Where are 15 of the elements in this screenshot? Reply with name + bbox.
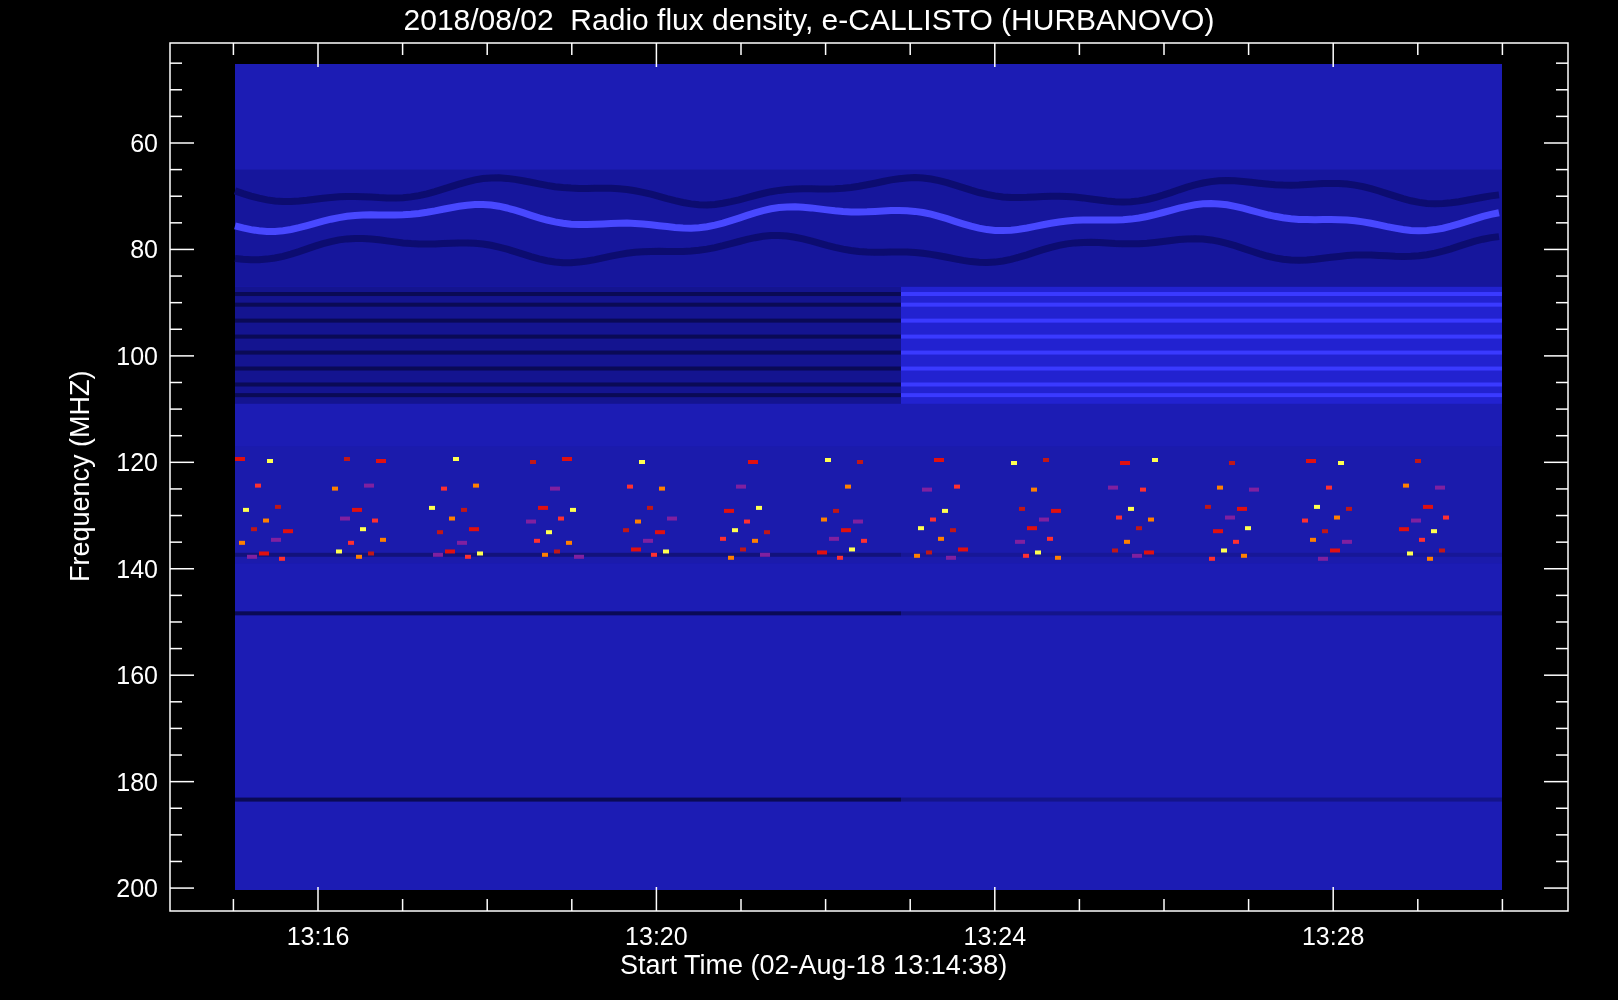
chart-title: 2018/08/02 Radio flux density, e-CALLISTO (HURBANOVO) bbox=[403, 2, 1215, 38]
y-tick-label: 120 bbox=[115, 448, 158, 477]
x-tick-label: 13:20 bbox=[624, 922, 689, 950]
y-tick-label: 200 bbox=[115, 874, 158, 903]
x-tick-label: 13:16 bbox=[285, 922, 351, 950]
x-tick-label: 13:28 bbox=[1300, 922, 1366, 950]
y-tick-label: 180 bbox=[115, 767, 158, 796]
y-tick-label: 140 bbox=[115, 554, 158, 583]
y-tick-label: 60 bbox=[129, 129, 158, 157]
y-tick-label: 160 bbox=[115, 661, 158, 690]
x-tick-label: 13:24 bbox=[962, 922, 1028, 950]
y-tick-label: 100 bbox=[115, 341, 158, 370]
y-tick-label: 80 bbox=[129, 235, 158, 264]
x-axis-label: Start Time (02-Aug-18 13:14:38) bbox=[620, 950, 1008, 980]
y-axis-label: Frequency (MHZ) bbox=[65, 372, 95, 582]
